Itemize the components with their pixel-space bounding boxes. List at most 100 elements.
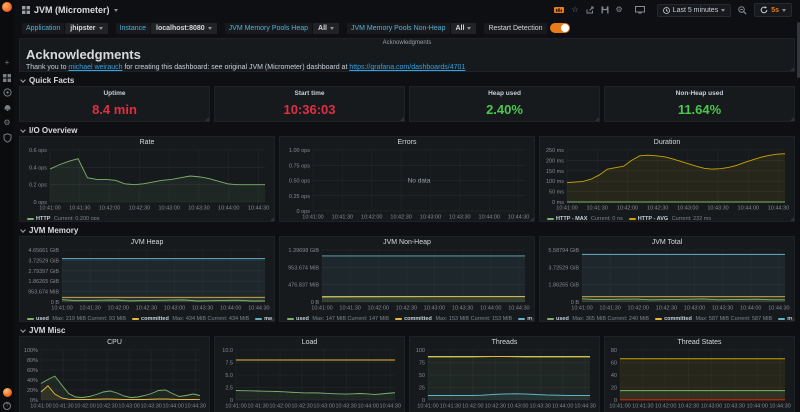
svg-text:10:42:30: 10:42:30 <box>396 306 417 312</box>
panel-title[interactable]: JVM Non-Heap <box>282 238 532 247</box>
svg-text:75: 75 <box>419 361 425 367</box>
legend-entry[interactable]: used Max: 147 MiB Current: 147 MiB <box>287 315 389 321</box>
filter-value-dropdown[interactable]: All <box>313 23 339 34</box>
filter-value-dropdown[interactable]: localhost:8080 <box>151 23 217 34</box>
dashboard-title[interactable]: JVM (Micrometer) <box>34 5 118 15</box>
dashboard-title-text: JVM (Micrometer) <box>34 5 110 15</box>
legend-entry[interactable]: max Max: 1.238 GiB Current: 1.238 GiB <box>518 315 532 321</box>
panel-title[interactable]: JVM Total <box>542 238 792 247</box>
refresh-picker[interactable]: 5s <box>754 3 792 17</box>
svg-text:10:44:30: 10:44:30 <box>508 306 529 312</box>
user-avatar[interactable] <box>3 388 12 397</box>
panel-rate: Rate 0 ops0.2 ops0.4 ops0.6 ops10:41:001… <box>19 136 275 222</box>
help-icon[interactable]: ? <box>3 402 11 410</box>
panel-title[interactable]: Non-Heap used <box>605 90 794 97</box>
add-panel-button[interactable] <box>554 6 564 14</box>
row-jvm-misc[interactable]: JVM Misc <box>19 325 795 336</box>
svg-text:10:44:30: 10:44:30 <box>508 215 529 221</box>
panel-title[interactable]: Errors <box>282 138 532 147</box>
svg-text:10:41:30: 10:41:30 <box>52 404 73 410</box>
refresh-interval-label: 5s <box>771 7 779 14</box>
server-admin-shield-icon[interactable] <box>3 133 12 142</box>
panel-title[interactable]: Start time <box>215 90 404 97</box>
svg-text:50 ms: 50 ms <box>549 190 564 196</box>
svg-text:10:42:30: 10:42:30 <box>96 404 117 410</box>
author-link[interactable]: michael weirauch <box>68 64 122 71</box>
quick-facts-row: Uptime 8.4 min Start time 10:36:03 Heap … <box>19 86 795 122</box>
panel-title[interactable]: Load <box>217 338 402 347</box>
save-button[interactable] <box>601 6 609 14</box>
dashboards-grid-icon[interactable] <box>3 73 12 82</box>
grafana-logo-icon[interactable] <box>2 2 12 12</box>
panel-title[interactable]: Duration <box>542 138 792 147</box>
svg-text:1.00 ops: 1.00 ops <box>289 148 310 154</box>
legend-entry[interactable]: max Max: 5.119 GiB Current: 5.119 GiB <box>778 315 792 321</box>
row-io-overview[interactable]: I/O Overview <box>19 125 795 136</box>
settings-gear-icon[interactable]: ⚙ <box>616 6 623 14</box>
svg-text:953.674 MiB: 953.674 MiB <box>288 265 319 271</box>
explore-compass-icon[interactable] <box>3 88 12 97</box>
panel-title[interactable]: Uptime <box>20 90 209 97</box>
jvm-heap-chart[interactable]: 0 B953.674 MiB1.86265 GiB2.79397 GiB3.72… <box>22 247 272 311</box>
duration-chart[interactable]: 0 ms50 ms100 ms150 ms200 ms250 ms10:41:0… <box>542 147 792 211</box>
panel-title[interactable]: JVM Heap <box>22 238 272 247</box>
alerting-bell-icon[interactable] <box>3 103 12 112</box>
cycle-view-monitor-icon[interactable] <box>635 6 645 14</box>
zoom-out-button[interactable] <box>738 6 747 15</box>
svg-text:10:41:30: 10:41:30 <box>440 404 461 410</box>
legend-entry[interactable]: HTTP - AVG Current: 232 ms <box>629 215 711 221</box>
panel-title[interactable]: Threads <box>412 338 597 347</box>
legend-entry[interactable]: HTTP - MAX Current: 0 ns <box>547 215 623 221</box>
time-range-picker[interactable]: Last 5 minutes <box>657 4 732 17</box>
panel-title[interactable]: CPU <box>22 338 207 347</box>
row-quick-facts[interactable]: Quick Facts <box>19 75 795 86</box>
svg-text:10:43:30: 10:43:30 <box>192 306 213 312</box>
panel-title[interactable]: Heap used <box>410 90 599 97</box>
svg-text:0.75 ops: 0.75 ops <box>289 163 310 169</box>
panel-title[interactable]: Thread States <box>607 338 792 347</box>
threads-chart[interactable]: 025507510010:41:0010:41:3010:42:0010:42:… <box>412 347 597 409</box>
svg-text:10:41:30: 10:41:30 <box>247 404 268 410</box>
load-chart[interactable]: 02.55.07.510.010:41:0010:41:3010:42:0010… <box>217 347 402 409</box>
legend-entry[interactable]: used Max: 219 MiB Current: 93 MiB <box>27 315 126 321</box>
svg-text:10:44:00: 10:44:00 <box>162 404 183 410</box>
svg-text:3.72529 GiB: 3.72529 GiB <box>548 265 579 271</box>
panel-heap-used: Heap used 2.40% <box>409 86 600 122</box>
svg-text:20: 20 <box>611 386 617 392</box>
svg-text:60%: 60% <box>27 368 38 374</box>
star-button[interactable]: ☆ <box>571 6 578 14</box>
original-dashboard-link[interactable]: https://grafana.com/dashboards/4701 <box>349 64 465 71</box>
start-time-value: 10:36:03 <box>215 97 404 121</box>
svg-text:0.6 ops: 0.6 ops <box>29 148 47 154</box>
chevron-down-icon <box>20 227 26 233</box>
jvm-nonheap-chart[interactable]: 0 B476.837 MiB953.674 MiB1.39698 GiB10:4… <box>282 247 532 311</box>
svg-text:80: 80 <box>611 348 617 354</box>
share-button[interactable] <box>586 6 594 14</box>
svg-text:10:44:00: 10:44:00 <box>746 404 767 410</box>
legend-entry[interactable]: HTTP Current: 0.200 ops <box>27 215 99 221</box>
panel-title[interactable]: Rate <box>22 138 272 147</box>
svg-text:1.39698 GiB: 1.39698 GiB <box>288 248 319 254</box>
filter-value-dropdown[interactable]: jhipster <box>65 23 107 34</box>
legend-entry[interactable]: committed Max: 153 MiB Current: 153 MiB <box>395 315 512 321</box>
errors-chart[interactable]: 0 ops0.25 ops0.50 ops0.75 ops1.00 ops10:… <box>282 147 532 220</box>
filter-value-dropdown[interactable]: All <box>451 23 477 34</box>
panel-title[interactable]: Acknowledgments <box>20 40 794 46</box>
legend-entry[interactable]: used Max: 365 MiB Current: 240 MiB <box>547 315 649 321</box>
jvm-total-chart[interactable]: 0 B1.86265 GiB3.72529 GiB5.58794 GiB10:4… <box>542 247 792 311</box>
restart-detection-toggle[interactable] <box>550 23 570 33</box>
rate-chart[interactable]: 0 ops0.2 ops0.4 ops0.6 ops10:41:0010:41:… <box>22 147 272 211</box>
configuration-gear-icon[interactable]: ⚙ <box>3 118 12 127</box>
legend-entry[interactable]: max Max: 3.885 GiB Current: 3.885 GiB <box>255 315 272 321</box>
row-jvm-memory[interactable]: JVM Memory <box>19 225 795 236</box>
chevron-down-icon <box>20 77 26 83</box>
svg-text:3.72529 GiB: 3.72529 GiB <box>28 258 59 264</box>
legend-entry[interactable]: committed Max: 434 MiB Current: 434 MiB <box>132 315 249 321</box>
thread-states-chart[interactable]: 02040608010:41:0010:41:3010:42:0010:42:3… <box>607 347 792 409</box>
plus-icon[interactable]: + <box>3 58 12 67</box>
refresh-icon <box>760 6 768 14</box>
cpu-chart[interactable]: 0%20%40%60%80%100%10:41:0010:41:3010:42:… <box>22 347 207 409</box>
svg-text:10.0: 10.0 <box>222 348 233 354</box>
legend-entry[interactable]: committed Max: 587 MiB Current: 587 MiB <box>655 315 772 321</box>
svg-text:10:42:30: 10:42:30 <box>647 206 668 212</box>
